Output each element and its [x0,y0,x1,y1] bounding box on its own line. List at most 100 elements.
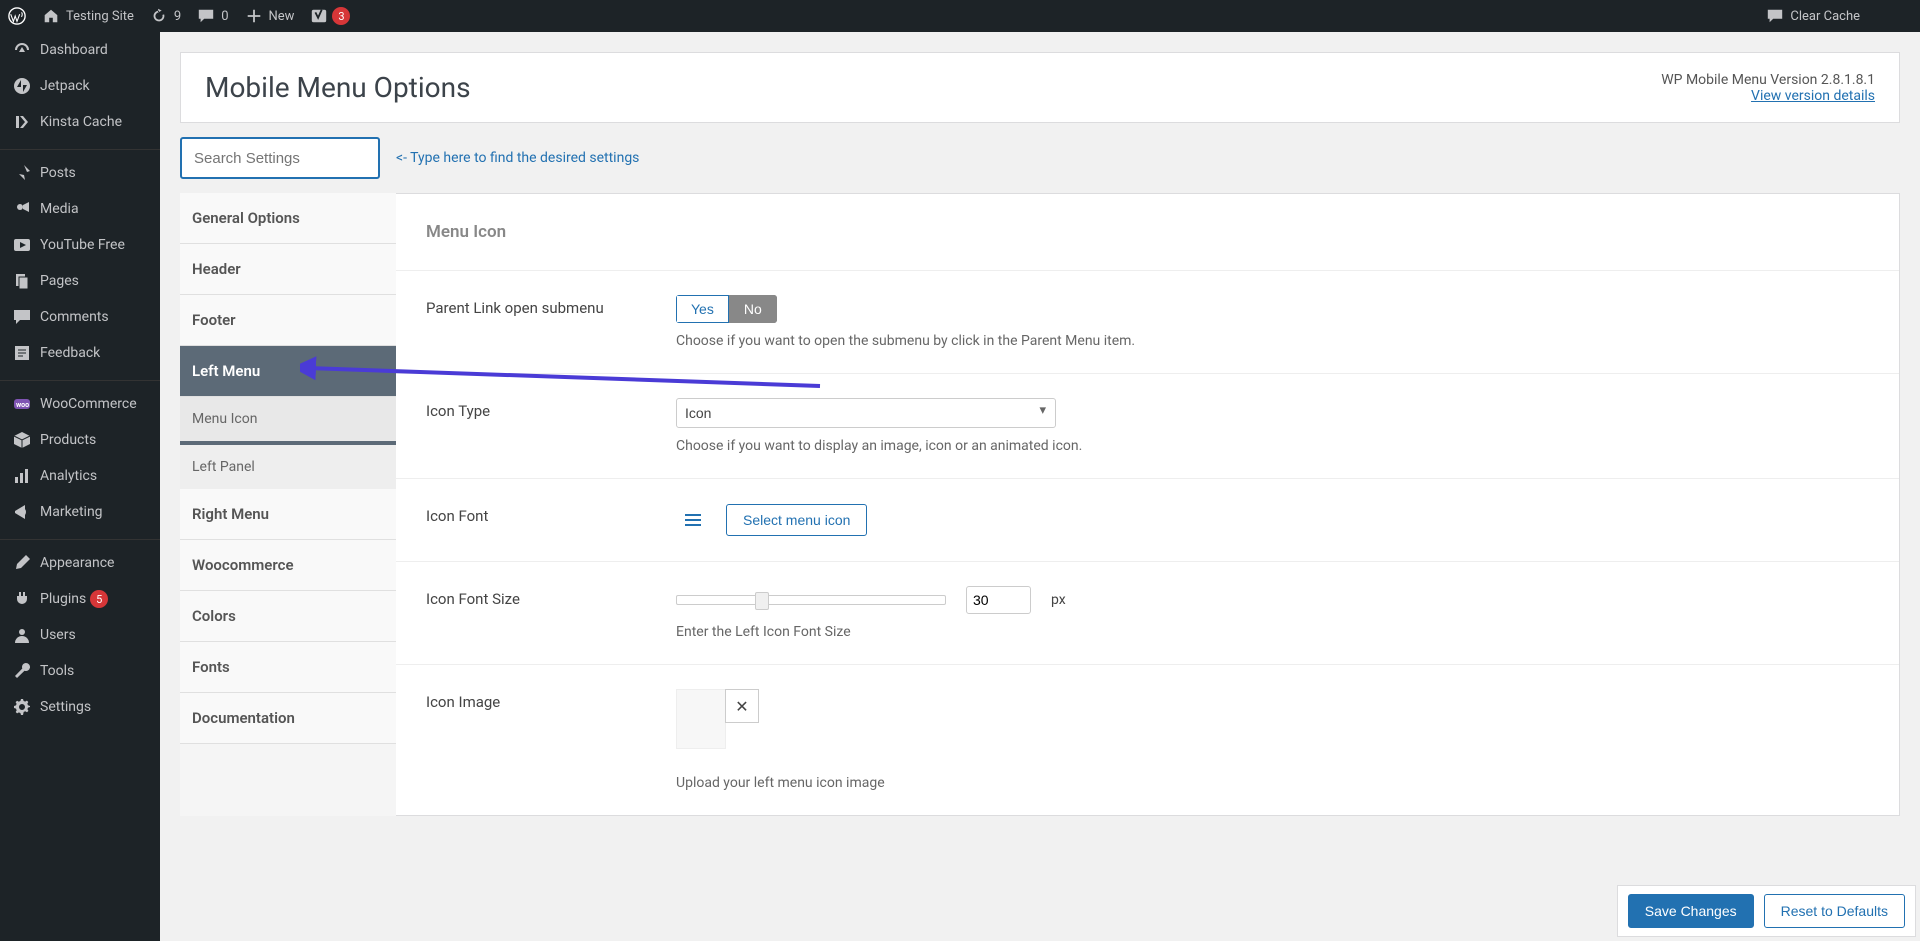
yoast-link[interactable]: 3 [302,0,358,32]
nav-item-pages[interactable]: Pages [0,263,160,299]
field-label: Icon Font Size [426,586,676,640]
image-thumbnail-slot[interactable] [676,689,726,749]
yes-no-toggle: Yes No [676,295,777,323]
wordpress-icon [8,7,26,25]
field-icon-font-size: Icon Font Size px Enter the Left Icon Fo… [396,562,1899,665]
subtab-left-panel[interactable]: Left Panel [180,445,396,489]
page-title: Mobile Menu Options [205,71,471,104]
nav-item-kinsta[interactable]: Kinsta Cache [0,104,160,140]
nav-label: Settings [40,699,91,715]
nav-item-media[interactable]: Media [0,191,160,227]
icon-type-select[interactable]: Icon [676,398,1056,428]
font-size-slider[interactable] [676,595,946,605]
analytics-icon [12,466,32,486]
plugin-version-text: WP Mobile Menu Version 2.8.1.8.1 [1661,72,1875,88]
clear-cache-link[interactable]: Clear Cache [1758,0,1868,32]
admin-toolbar: Testing Site 9 0 New 3 Clear Cache [0,0,1920,32]
nav-item-woo[interactable]: WooCommerce [0,386,160,422]
field-label: Icon Font [426,503,676,537]
nav-item-comments[interactable]: Comments [0,299,160,335]
settings-tabs: General OptionsHeaderFooterLeft MenuMenu… [180,193,396,816]
nav-label: YouTube Free [40,237,125,253]
comment-alt-icon [1766,7,1784,25]
nav-item-youtube[interactable]: YouTube Free [0,227,160,263]
nav-item-marketing[interactable]: Marketing [0,494,160,530]
updates-link[interactable]: 9 [142,0,189,32]
nav-item-settings[interactable]: Settings [0,689,160,725]
nav-label: Jetpack [40,78,90,94]
site-home-link[interactable]: Testing Site [34,0,142,32]
tab-documentation[interactable]: Documentation [180,693,396,744]
nav-item-jetpack[interactable]: Jetpack [0,68,160,104]
appearance-icon [12,553,32,573]
tab-fonts[interactable]: Fonts [180,642,396,693]
tab-footer[interactable]: Footer [180,295,396,346]
tab-header[interactable]: Header [180,244,396,295]
page-header: Mobile Menu Options WP Mobile Menu Versi… [180,52,1900,123]
nav-label: Tools [40,663,74,679]
nav-label: Pages [40,273,79,289]
posts-icon [12,163,32,183]
woo-icon [12,394,32,414]
tab-woocommerce[interactable]: Woocommerce [180,540,396,591]
tab-right-menu[interactable]: Right Menu [180,489,396,540]
unit-label: px [1051,592,1066,608]
wp-logo-link[interactable] [0,0,34,32]
nav-item-plugins[interactable]: Plugins5 [0,581,160,617]
field-icon-image: Icon Image ✕ Upload your left menu icon … [396,665,1899,815]
field-description: Upload your left menu icon image [676,775,1869,791]
settings-search-row: <- Type here to find the desired setting… [180,123,1900,193]
field-parent-link: Parent Link open submenu Yes No Choose i… [396,271,1899,374]
nav-label: Users [40,627,76,643]
new-content-link[interactable]: New [237,0,303,32]
nav-item-dashboard[interactable]: Dashboard [0,32,160,68]
font-size-input[interactable] [966,586,1031,614]
nav-item-posts[interactable]: Posts [0,155,160,191]
search-settings-input[interactable] [180,137,380,179]
view-version-details-link[interactable]: View version details [1751,88,1875,104]
reset-defaults-button[interactable]: Reset to Defaults [1764,894,1905,928]
pages-icon [12,271,32,291]
comment-count: 0 [221,9,228,24]
field-description: Enter the Left Icon Font Size [676,624,1869,640]
subtab-menu-icon[interactable]: Menu Icon [180,397,396,445]
nav-label: Marketing [40,504,103,520]
field-label: Icon Image [426,689,676,791]
panel-section-title: Menu Icon [396,194,1899,271]
slider-thumb[interactable] [755,592,769,610]
update-count: 9 [174,9,181,24]
users-icon [12,625,32,645]
close-icon: ✕ [735,697,748,716]
field-icon-type: Icon Type Icon Choose if you want to dis… [396,374,1899,479]
field-label: Parent Link open submenu [426,295,676,349]
plus-icon [245,7,263,25]
toggle-yes-button[interactable]: Yes [676,295,729,323]
settings-panel: Menu Icon Parent Link open submenu Yes N… [396,193,1900,816]
youtube-icon [12,235,32,255]
nav-label: Media [40,201,79,217]
update-icon [150,7,168,25]
nav-item-feedback[interactable]: Feedback [0,335,160,371]
toggle-no-button[interactable]: No [729,295,777,323]
tab-left-menu[interactable]: Left Menu [180,346,396,397]
remove-image-button[interactable]: ✕ [725,689,759,723]
tab-colors[interactable]: Colors [180,591,396,642]
nav-item-products[interactable]: Products [0,422,160,458]
home-icon [42,7,60,25]
nav-label: Dashboard [40,42,108,58]
comments-link[interactable]: 0 [189,0,236,32]
field-description: Choose if you want to open the submenu b… [676,333,1869,349]
nav-item-tools[interactable]: Tools [0,653,160,689]
save-changes-button[interactable]: Save Changes [1628,894,1754,928]
nav-item-users[interactable]: Users [0,617,160,653]
nav-item-appearance[interactable]: Appearance [0,545,160,581]
jetpack-icon [12,76,32,96]
plugins-icon [12,589,32,609]
nav-item-analytics[interactable]: Analytics [0,458,160,494]
tab-general-options[interactable]: General Options [180,193,396,244]
nav-label: Feedback [40,345,100,361]
comments-icon [12,307,32,327]
save-footer-bar: Save Changes Reset to Defaults [1617,885,1916,937]
field-label: Icon Type [426,398,676,454]
select-menu-icon-button[interactable]: Select menu icon [726,504,867,536]
